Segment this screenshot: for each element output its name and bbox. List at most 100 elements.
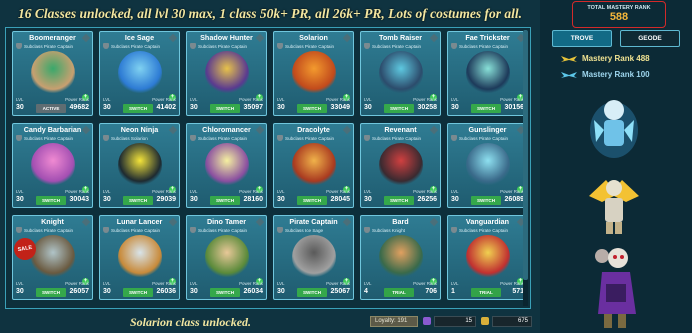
class-card[interactable]: Candy Barbarian Subclass Pirate Captain … <box>12 123 93 208</box>
switch-button[interactable]: SWITCH <box>123 104 153 113</box>
class-card[interactable]: Neon Ninja Subclass Solarion + LVL 30 SW… <box>99 123 180 208</box>
level-label: LVL <box>190 189 198 194</box>
class-card[interactable]: Knight Subclass Pirate Captain SALE + LV… <box>12 215 93 300</box>
shadow-hunter-portrait <box>595 248 636 328</box>
class-card[interactable]: Chloromancer Subclass Pirate Captain + L… <box>186 123 267 208</box>
switch-button[interactable]: SWITCH <box>210 196 240 205</box>
class-card[interactable]: Tomb Raiser Subclass Pirate Captain + LV… <box>360 31 441 116</box>
power-rank-value: 26034 <box>243 288 263 295</box>
level-label: LVL <box>16 189 24 194</box>
class-card[interactable]: Shadow Hunter Subclass Pirate Captain + … <box>186 31 267 116</box>
power-rank-label: Power Rank <box>413 97 437 102</box>
power-rank-label: Power Rank <box>500 281 524 286</box>
level-value: 30 <box>364 104 372 111</box>
class-name: Gunslinger <box>468 125 507 134</box>
level-value: 30 <box>103 288 111 295</box>
class-panel: 16 Classes unlocked, all lvl 30 max, 1 c… <box>0 0 540 333</box>
class-name: Fae Trickster <box>465 33 510 42</box>
class-card[interactable]: Ice Sage Subclass Pirate Captain + LVL 3… <box>99 31 180 116</box>
tab-geode[interactable]: GEODE <box>620 30 680 47</box>
level-value: 30 <box>190 288 198 295</box>
class-card[interactable]: Fae Trickster Subclass Pirate Captain + … <box>447 31 528 116</box>
power-rank-value: 30043 <box>69 196 89 203</box>
class-name: Dracolyte <box>297 125 330 134</box>
power-rank-value: 49682 <box>69 104 89 111</box>
grid-scrollthumb[interactable] <box>523 30 528 280</box>
subclass-line: Subclass Ice Sage <box>277 227 323 233</box>
class-portrait <box>466 235 510 279</box>
trove-mastery-rank: Mastery Rank 488 <box>560 54 650 63</box>
switch-button[interactable]: SWITCH <box>297 288 327 297</box>
class-card[interactable]: Pirate Captain Subclass Ice Sage + LVL 3… <box>273 215 354 300</box>
solarion-portrait <box>589 180 639 234</box>
subclass-line: Subclass Pirate Captain <box>451 135 508 141</box>
switch-button[interactable]: SWITCH <box>297 104 327 113</box>
class-portrait <box>118 51 162 95</box>
class-card[interactable]: Lunar Lancer Subclass Pirate Captain + L… <box>99 215 180 300</box>
switch-button[interactable]: SWITCH <box>36 288 66 297</box>
trial-button[interactable]: TRIAL <box>471 288 501 297</box>
class-portrait <box>379 235 423 279</box>
ice-sage-portrait <box>590 100 638 158</box>
class-card[interactable]: Gunslinger Subclass Pirate Captain + LVL… <box>447 123 528 208</box>
switch-button[interactable]: SWITCH <box>384 196 414 205</box>
active-button[interactable]: ACTIVE <box>36 104 66 113</box>
subclass-line: Subclass Pirate Captain <box>16 135 73 141</box>
power-rank-value: 30258 <box>417 104 437 111</box>
level-value: 30 <box>16 288 24 295</box>
switch-button[interactable]: SWITCH <box>123 196 153 205</box>
level-label: LVL <box>451 97 459 102</box>
class-card[interactable]: Solarion Subclass Pirate Captain + LVL 3… <box>273 31 354 116</box>
class-card[interactable]: Revenant Subclass Pirate Captain + LVL 3… <box>360 123 441 208</box>
class-card[interactable]: Dino Tamer Subclass Pirate Captain + LVL… <box>186 215 267 300</box>
level-label: LVL <box>190 97 198 102</box>
switch-button[interactable]: SWITCH <box>210 104 240 113</box>
power-rank-label: Power Rank <box>152 97 176 102</box>
class-name: Solarion <box>299 33 328 42</box>
power-rank-label: Power Rank <box>326 189 350 194</box>
level-value: 30 <box>277 288 285 295</box>
subclass-line: Subclass Pirate Captain <box>451 227 508 233</box>
switch-button[interactable]: SWITCH <box>471 104 501 113</box>
grid-scrollbar[interactable] <box>523 30 528 306</box>
unlock-message: Solarion class unlocked. <box>130 315 252 329</box>
level-value: 30 <box>103 104 111 111</box>
class-card[interactable]: Boomeranger Subclass Pirate Captain + LV… <box>12 31 93 116</box>
level-label: LVL <box>277 97 285 102</box>
subclass-shield-icon <box>16 227 22 233</box>
subclass-label: Subclass Pirate Captain <box>459 135 509 141</box>
class-card[interactable]: Dracolyte Subclass Pirate Captain + LVL … <box>273 123 354 208</box>
switch-button[interactable]: SWITCH <box>297 196 327 205</box>
power-rank-label: Power Rank <box>326 97 350 102</box>
switch-button[interactable]: SWITCH <box>384 104 414 113</box>
level-label: LVL <box>364 281 372 286</box>
subclass-shield-icon <box>451 43 457 49</box>
subclass-label: Subclass Pirate Captain <box>111 227 161 233</box>
power-rank-label: Power Rank <box>239 281 263 286</box>
subclass-shield-icon <box>16 135 22 141</box>
switch-button[interactable]: SWITCH <box>36 196 66 205</box>
geode-mastery-rank: Mastery Rank 100 <box>560 70 650 79</box>
level-label: LVL <box>103 189 111 194</box>
subclass-label: Subclass Pirate Captain <box>198 43 248 49</box>
tab-trove[interactable]: TROVE <box>552 30 612 47</box>
subclass-label: Subclass Pirate Captain <box>372 43 422 49</box>
class-card[interactable]: Vanguardian Subclass Pirate Captain + LV… <box>447 215 528 300</box>
power-rank-label: Power Rank <box>413 189 437 194</box>
switch-button[interactable]: SWITCH <box>210 288 240 297</box>
class-grid-frame: Boomeranger Subclass Pirate Captain + LV… <box>5 27 531 309</box>
trial-button[interactable]: TRIAL <box>384 288 414 297</box>
currency-2-value: 675 <box>492 316 532 327</box>
subclass-shield-icon <box>103 227 109 233</box>
class-card[interactable]: Bard Subclass Knight + LVL 4 TRIAL Power… <box>360 215 441 300</box>
listing-banner: 16 Classes unlocked, all lvl 30 max, 1 c… <box>17 6 522 21</box>
switch-button[interactable]: SWITCH <box>471 196 501 205</box>
class-portrait <box>466 51 510 95</box>
switch-button[interactable]: SWITCH <box>123 288 153 297</box>
power-rank-value: 28160 <box>243 196 263 203</box>
subclass-line: Subclass Pirate Captain <box>16 43 73 49</box>
level-label: LVL <box>103 97 111 102</box>
blue-wings-icon <box>561 71 577 78</box>
subclass-line: Subclass Pirate Captain <box>277 43 334 49</box>
class-portrait <box>118 235 162 279</box>
